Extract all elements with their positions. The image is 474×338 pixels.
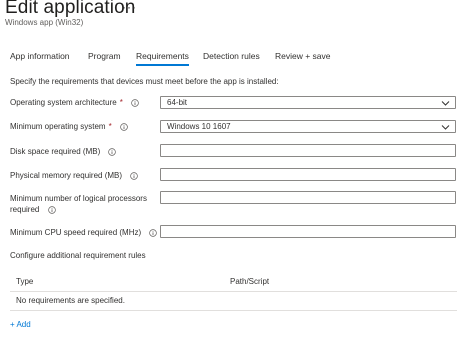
disk-space-label-text: Disk space required (MB) — [10, 147, 101, 156]
empty-requirements-message: No requirements are specified. — [16, 296, 125, 305]
info-icon[interactable] — [131, 99, 139, 107]
min-os-label: Minimum operating system * — [10, 121, 128, 132]
required-indicator: * — [119, 98, 123, 107]
min-os-label-text: Minimum operating system — [10, 122, 106, 131]
required-indicator: * — [108, 122, 112, 131]
os-architecture-value: 64-bit — [167, 98, 188, 107]
additional-rules-heading: Configure additional requirement rules — [10, 251, 146, 260]
page-title: Edit application — [5, 0, 136, 18]
cpu-speed-input[interactable] — [160, 225, 456, 238]
column-header-type: Type — [16, 277, 34, 286]
tab-bar: App information Program Requirements Det… — [0, 51, 474, 71]
info-icon[interactable] — [120, 123, 128, 131]
chevron-down-icon — [441, 123, 450, 130]
os-architecture-dropdown[interactable]: 64-bit — [160, 96, 456, 109]
edit-application-page: Edit application ··· Windows app (Win32)… — [0, 0, 474, 338]
tab-requirements[interactable]: Requirements — [136, 51, 189, 66]
tab-program[interactable]: Program — [88, 51, 121, 61]
add-rule-button[interactable]: + Add — [10, 320, 31, 329]
tab-detection-rules[interactable]: Detection rules — [203, 51, 260, 61]
info-icon[interactable] — [149, 229, 158, 237]
table-row-divider — [10, 310, 457, 311]
cpu-speed-label: Minimum CPU speed required (MHz) — [10, 227, 158, 238]
info-icon[interactable] — [130, 172, 139, 180]
cpu-speed-label-text: Minimum CPU speed required (MHz) — [10, 228, 142, 237]
tab-app-information[interactable]: App information — [10, 51, 70, 61]
logical-processors-label-line1: Minimum number of logical processors — [10, 194, 147, 203]
chevron-down-icon — [441, 99, 450, 106]
requirements-intro: Specify the requirements that devices mu… — [10, 77, 279, 86]
disk-space-label: Disk space required (MB) — [10, 146, 117, 157]
tab-review-save[interactable]: Review + save — [275, 51, 331, 61]
info-icon[interactable] — [47, 206, 56, 214]
table-header-divider — [10, 291, 457, 292]
column-header-path-script: Path/Script — [230, 277, 270, 286]
min-os-dropdown[interactable]: Windows 10 1607 — [160, 120, 456, 133]
os-architecture-label: Operating system architecture * — [10, 97, 139, 108]
disk-space-input[interactable] — [160, 144, 456, 157]
physical-memory-input[interactable] — [160, 168, 456, 181]
info-icon[interactable] — [108, 148, 117, 156]
physical-memory-label-text: Physical memory required (MB) — [10, 171, 123, 180]
physical-memory-label: Physical memory required (MB) — [10, 170, 139, 181]
logical-processors-label: Minimum number of logical processors req… — [10, 193, 147, 215]
more-options-button[interactable]: ··· — [122, 0, 137, 14]
page-subtitle: Windows app (Win32) — [5, 18, 84, 27]
logical-processors-label-line2-row: required — [10, 204, 147, 215]
logical-processors-label-line2: required — [10, 205, 40, 214]
min-os-value: Windows 10 1607 — [167, 122, 231, 131]
logical-processors-input[interactable] — [160, 191, 456, 204]
os-architecture-label-text: Operating system architecture — [10, 98, 117, 107]
